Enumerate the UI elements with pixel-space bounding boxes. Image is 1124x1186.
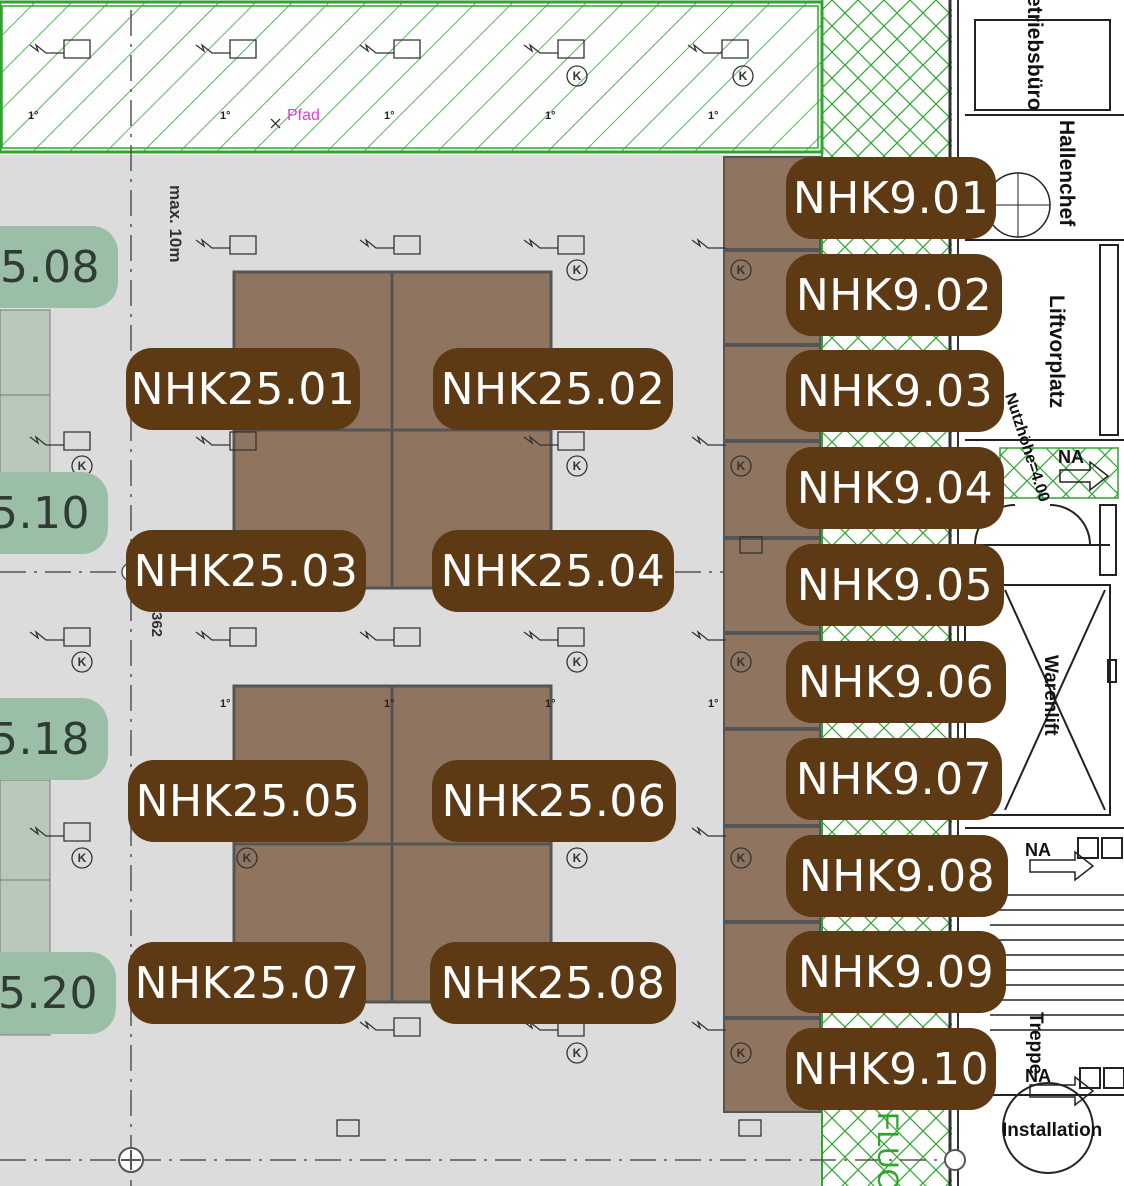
unit-label-nhk25-03[interactable]: NHK25.03 [126, 530, 366, 612]
svg-text:K: K [573, 1046, 582, 1060]
unit-label-nhk25-07[interactable]: NHK25.07 [128, 942, 366, 1024]
unit-label-nhk25-08[interactable]: NHK25.08 [430, 942, 676, 1024]
svg-text:1°: 1° [708, 698, 719, 710]
unit-label-nhk25-02[interactable]: NHK25.02 [433, 348, 673, 430]
svg-text:K: K [573, 263, 582, 277]
unit-label-25-18[interactable]: 25.18 [0, 698, 108, 780]
svg-text:K: K [739, 69, 748, 83]
svg-text:K: K [573, 655, 582, 669]
unit-label-25-10[interactable]: 25.10 [0, 472, 108, 554]
svg-text:K: K [243, 851, 252, 865]
svg-text:1°: 1° [220, 698, 231, 710]
room-installation: Installation [1002, 1120, 1102, 1141]
max-distance-annotation: max. 10m [166, 185, 185, 263]
svg-text:1°: 1° [545, 698, 556, 710]
unit-label-nhk9-01[interactable]: NHK9.01 [786, 157, 996, 239]
room-treppe: Treppe [1025, 1012, 1046, 1074]
svg-text:K: K [573, 459, 582, 473]
top-hatched-zone [0, 0, 824, 154]
svg-text:1°: 1° [545, 110, 556, 122]
unit-label-nhk9-03[interactable]: NHK9.03 [786, 350, 1004, 432]
unit-label-nhk25-04[interactable]: NHK25.04 [432, 530, 674, 612]
na-label-mid: NA [1025, 840, 1051, 860]
room-betriebsbuero: etriebsbüro [1023, 0, 1046, 111]
pfad-annotation: Pfad [287, 107, 320, 124]
unit-label-nhk9-07[interactable]: NHK9.07 [786, 738, 1002, 820]
k-marker: K [573, 69, 582, 83]
room-warenlift: Warenlift [1040, 655, 1061, 736]
svg-text:K: K [737, 263, 746, 277]
unit-label-nhk9-09[interactable]: NHK9.09 [786, 931, 1006, 1013]
svg-text:1°: 1° [384, 698, 395, 710]
svg-text:1°: 1° [384, 110, 395, 122]
unit-label-nhk25-05[interactable]: NHK25.05 [128, 760, 368, 842]
unit-label-nhk9-05[interactable]: NHK9.05 [786, 544, 1004, 626]
flucht-label: FLUC [871, 1112, 904, 1186]
svg-text:K: K [737, 459, 746, 473]
svg-text:K: K [573, 851, 582, 865]
svg-text:K: K [737, 851, 746, 865]
unit-label-nhk9-02[interactable]: NHK9.02 [786, 254, 1002, 336]
svg-text:1°: 1° [220, 110, 231, 122]
svg-text:1°: 1° [708, 110, 719, 122]
room-liftvorplatz: Liftvorplatz [1045, 295, 1068, 408]
room-hallenchef: Hallenchef [1055, 120, 1078, 227]
unit-label-25-08[interactable]: 25.08 [0, 226, 118, 308]
riser-code: 1° [28, 110, 39, 122]
unit-label-nhk9-10[interactable]: NHK9.10 [786, 1028, 996, 1110]
unit-label-25-20[interactable]: 25.20 [0, 952, 116, 1034]
svg-text:K: K [78, 851, 87, 865]
svg-text:K: K [737, 1046, 746, 1060]
na-label-top: NA [1058, 447, 1084, 467]
left-stall-column-1 [0, 309, 51, 476]
unit-label-nhk9-04[interactable]: NHK9.04 [786, 447, 1004, 529]
svg-text:K: K [737, 655, 746, 669]
na-label-bottom: NA [1025, 1066, 1051, 1086]
unit-label-nhk9-06[interactable]: NHK9.06 [786, 641, 1006, 723]
svg-text:K: K [78, 655, 87, 669]
unit-label-nhk25-06[interactable]: NHK25.06 [432, 760, 676, 842]
unit-label-nhk9-08[interactable]: NHK9.08 [786, 835, 1008, 917]
unit-label-nhk25-01[interactable]: NHK25.01 [126, 348, 360, 430]
svg-text:K: K [78, 459, 87, 473]
axis-fragment-label: 362 [148, 612, 165, 637]
